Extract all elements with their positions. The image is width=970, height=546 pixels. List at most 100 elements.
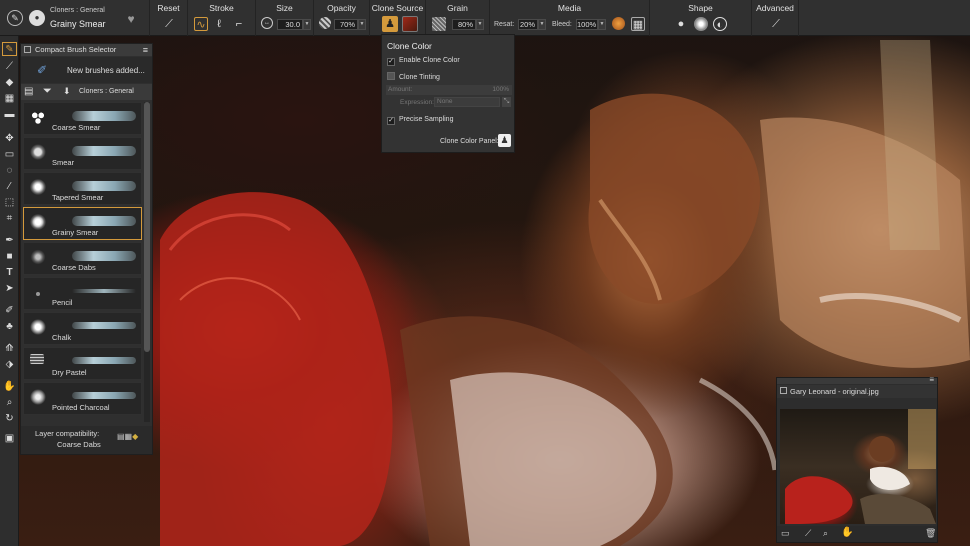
pen-tool-icon[interactable]: ✒ [2,234,17,248]
brush-item[interactable]: Pencil [23,277,142,310]
dab-profile-icon[interactable] [694,17,708,31]
rubber-stamp-icon[interactable]: ♣ [2,320,17,334]
crop-tool-icon[interactable]: ⌗ [2,212,17,226]
reference-image[interactable] [780,409,936,524]
stroke-options-icon[interactable]: ⌐ [232,17,246,31]
zoom-icon[interactable]: ⌕ [823,528,828,539]
brush-item[interactable]: Coarse Dabs [23,242,142,275]
panel-pin-icon[interactable] [24,46,31,53]
perspective-tool-icon[interactable]: ⬗ [2,358,17,372]
reference-panel-grip[interactable]: ≡ [777,375,937,384]
open-folder-icon[interactable]: ▭ [781,528,790,539]
scrollbar-thumb[interactable] [144,102,150,352]
dropper-tool-icon[interactable]: ⟋ [2,60,17,74]
brush-stroke-preview [72,392,136,399]
magnifier-tool-icon[interactable]: ⌕ [2,396,17,410]
brush-stroke-preview [72,357,136,364]
bleed-field[interactable]: 100% [576,19,598,30]
brush-variant-icon[interactable]: ● [29,10,45,26]
grain-field[interactable]: 80% [452,19,476,30]
clone-color-icon[interactable]: ♟ [382,16,398,32]
precise-sampling-row[interactable]: ✓ Precise Sampling [387,116,453,125]
reference-panel-pin-icon[interactable] [780,387,787,394]
expression-invert-icon[interactable]: ⤡ [502,97,511,107]
cloner-category-icon[interactable]: ⬇ [63,86,71,97]
resat-dropdown-arrow[interactable]: ▼ [538,19,546,30]
brush-variant-header[interactable]: ✎ ● Cloners : General Grainy Smear ♥ [0,0,150,36]
media-color-icon[interactable] [612,17,625,30]
brush-selector-titlebar[interactable]: Compact Brush Selector ≡ [21,44,152,56]
eyedropper-icon[interactable]: ⟋ [805,528,811,539]
resat-field[interactable]: 20% [518,19,538,30]
rect-select-icon[interactable]: ▭ [2,148,17,162]
brush-dab-icon [30,179,46,195]
cloner-tool-icon[interactable]: ✐ [2,304,17,318]
brush-name: Chalk [52,333,72,342]
size-dropdown-arrow[interactable]: ▼ [303,19,311,30]
eraser-tool-icon[interactable]: ▬ [2,108,17,122]
panel-menu-icon[interactable]: ≡ [143,44,148,56]
brush-item[interactable]: Tapered Smear [23,172,142,205]
new-brushes-notice[interactable]: ✐ New brushes added... [21,57,152,83]
brush-category-label: Cloners : General [50,7,105,14]
media-settings-icon[interactable]: ▦ [631,17,645,31]
enable-clone-color-checkbox[interactable]: ✓ [387,58,395,66]
enable-clone-color-row[interactable]: ✓ Enable Clone Color [387,57,460,66]
size-section: Size ↔ 30.0 ▼ [256,0,314,36]
clone-tinting-checkbox[interactable] [387,72,395,80]
brush-tool-icon[interactable]: ✎ [2,42,17,56]
bleed-dropdown-arrow[interactable]: ▼ [598,19,606,30]
grain-dropdown-arrow[interactable]: ▼ [476,19,484,30]
grabber-tool-icon[interactable]: ✋ [2,380,17,394]
brush-item[interactable]: Smear [23,137,142,170]
favorite-heart-icon[interactable]: ♥ [124,12,138,26]
transform-tool-icon[interactable]: ⬚ [2,196,17,210]
advanced-label: Advanced [756,3,794,13]
brush-variant-label: Grainy Smear [50,19,106,29]
selection-adjuster-icon[interactable]: ➤ [2,282,17,296]
library-icon[interactable]: ▤ [24,86,33,97]
shape-tool-icon[interactable]: ■ [2,250,17,264]
brush-item-selected[interactable]: Grainy Smear [23,207,142,240]
brush-item[interactable]: Dry Pastel [23,347,142,380]
brush-item[interactable]: Coarse Smear [23,102,142,135]
clone-color-panel-icon[interactable]: ♟ [498,134,511,147]
paint-bucket-icon[interactable]: ◆ [2,76,17,90]
amount-slider[interactable]: Amount: 100% [386,85,512,95]
reset-tool-icon[interactable]: ⟋ [162,17,176,31]
straight-stroke-icon[interactable]: ℓ [212,17,226,31]
reference-panel-titlebar[interactable]: Gary Leonard - original.jpg [777,385,937,398]
advanced-settings-icon[interactable]: ⟋ [769,17,783,31]
rotate-page-icon[interactable]: ↻ [2,412,17,426]
reset-label: Reset [157,3,180,13]
expression-dropdown[interactable]: None [434,97,500,107]
brush-item[interactable]: Chalk [23,312,142,345]
delete-icon[interactable]: 🗑 [925,528,936,539]
brush-item[interactable]: Pointed Charcoal [23,382,142,415]
magic-wand-icon[interactable]: ⁄ [2,180,17,194]
dab-angle-icon[interactable]: ◐ [713,17,727,31]
mirror-tool-icon[interactable]: ⟰ [2,342,17,356]
brush-category-icon[interactable]: ✎ [7,10,23,26]
clone-tinting-row[interactable]: Clone Tinting [387,72,440,81]
clone-source-thumb[interactable] [402,16,418,32]
brush-name: Pencil [52,298,73,307]
paper-grain-icon[interactable] [432,17,446,31]
opacity-field[interactable]: 70% [334,19,358,30]
dab-shape-icon[interactable]: ● [674,17,688,31]
layer-compatibility: Layer compatibility: Coarse Dabs ▤▦◆ [21,426,152,454]
move-tool-icon[interactable]: ✥ [2,132,17,146]
color-swatch-icon[interactable]: ▣ [2,432,17,446]
text-tool-icon[interactable]: T [2,266,17,280]
precise-sampling-checkbox[interactable]: ✓ [387,117,395,125]
lasso-tool-icon[interactable]: ◌ [2,164,17,178]
size-field[interactable]: 30.0 [277,19,303,30]
opacity-dropdown-arrow[interactable]: ▼ [358,19,366,30]
filter-icon[interactable]: ⏷ [43,85,52,98]
gradient-tool-icon[interactable]: ▦ [2,92,17,106]
clone-color-panel-label: Clone Color Panel: [440,138,499,145]
pan-hand-icon[interactable]: ✋ [841,527,853,538]
reference-panel-menu-icon[interactable]: ≡ [929,375,934,384]
freehand-stroke-icon[interactable]: ∿ [194,17,208,31]
brush-list-scrollbar[interactable] [144,102,150,422]
